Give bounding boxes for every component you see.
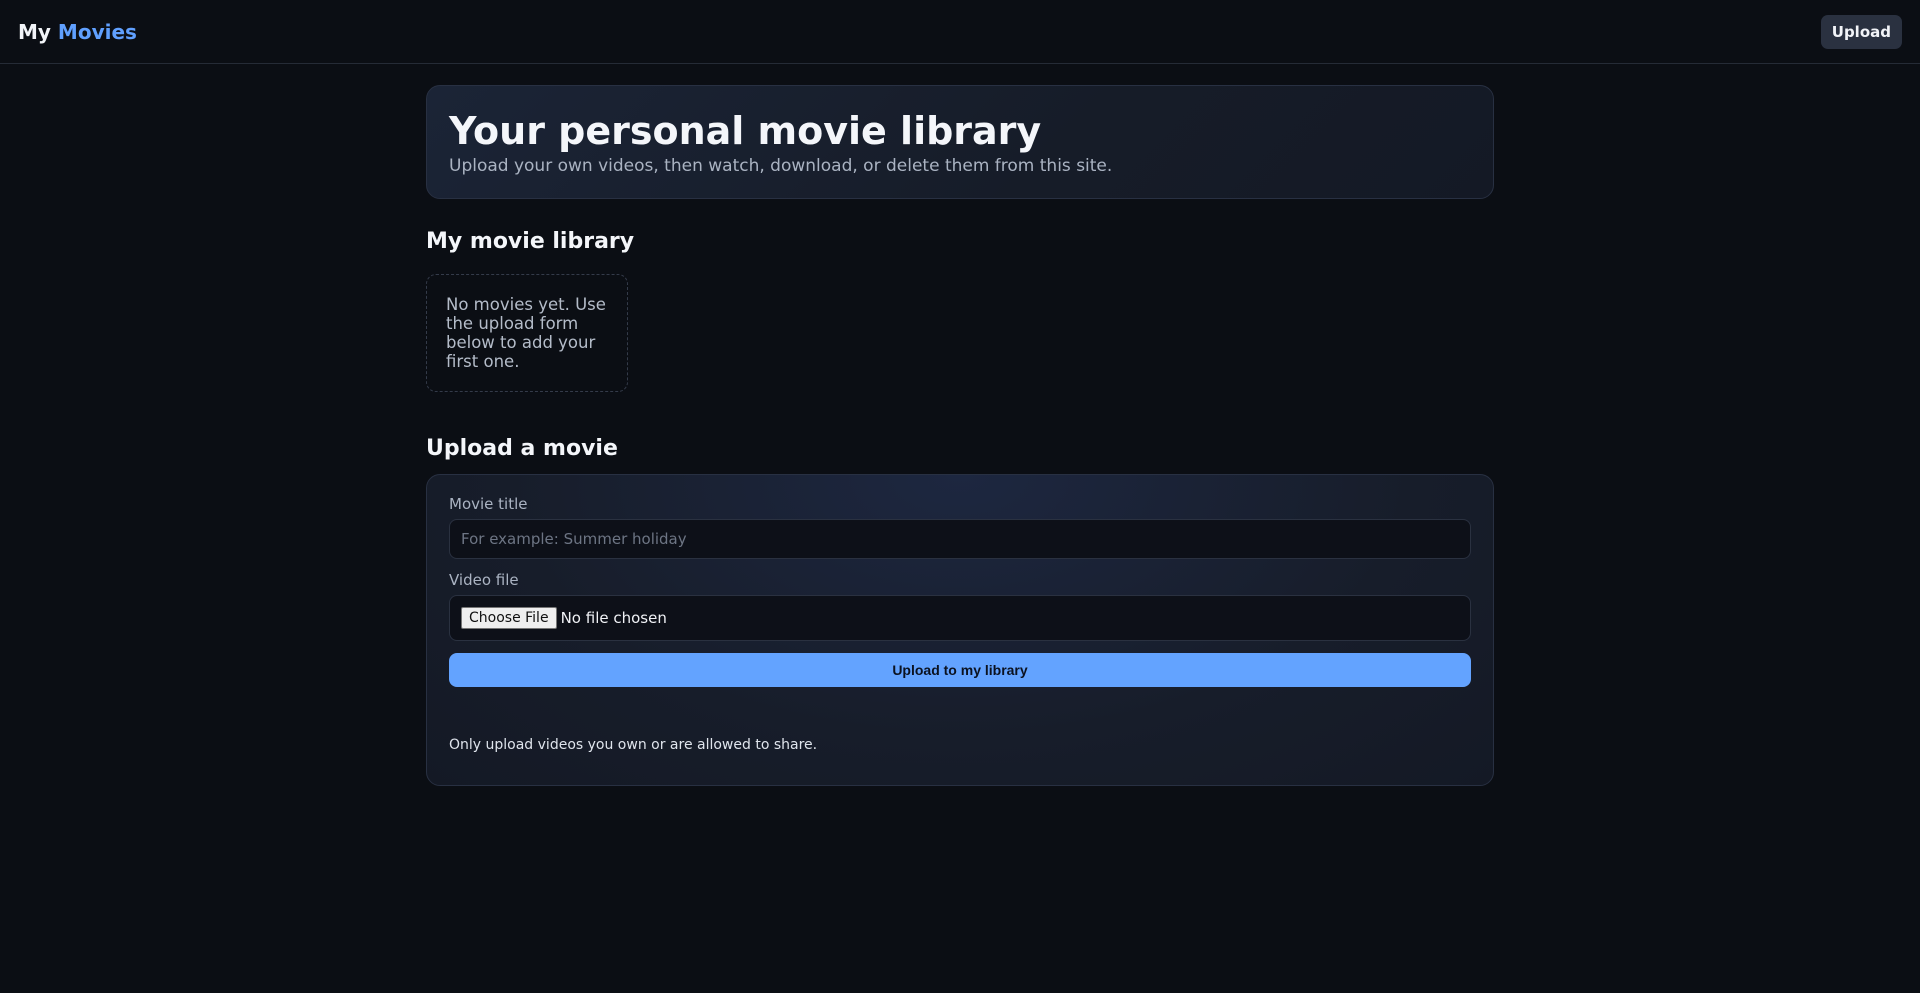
choose-file-button[interactable]: Choose File: [461, 607, 557, 629]
movie-title-label: Movie title: [449, 495, 528, 513]
brand-logo[interactable]: My Movies: [18, 20, 137, 44]
empty-library-card: No movies yet. Use the upload form below…: [426, 274, 628, 392]
upload-note: Only upload videos you own or are allowe…: [449, 737, 818, 753]
video-file-input[interactable]: Choose File No file chosen: [449, 595, 1471, 641]
upload-submit-button[interactable]: Upload to my library: [449, 653, 1471, 687]
hero-banner: Your personal movie library Upload your …: [426, 85, 1494, 199]
hero-subtitle: Upload your own videos, then watch, down…: [449, 156, 1113, 176]
library-title: My movie library: [426, 229, 635, 254]
header-upload-button[interactable]: Upload: [1820, 14, 1902, 49]
movie-title-input[interactable]: [449, 519, 1471, 559]
video-file-label: Video file: [449, 571, 519, 589]
file-status-text: No file chosen: [560, 609, 667, 627]
upload-form: Movie title Video file Choose File No fi…: [426, 474, 1494, 786]
empty-library-message: No movies yet. Use the upload form below…: [446, 295, 606, 371]
hero-title: Your personal movie library: [449, 109, 1042, 153]
upload-section-title: Upload a movie: [426, 436, 618, 461]
brand-accent: Movies: [57, 19, 137, 44]
top-bar: My Movies Upload: [0, 0, 1920, 64]
main-content: Your personal movie library Upload your …: [426, 64, 1494, 786]
brand-prefix: My: [18, 19, 51, 44]
